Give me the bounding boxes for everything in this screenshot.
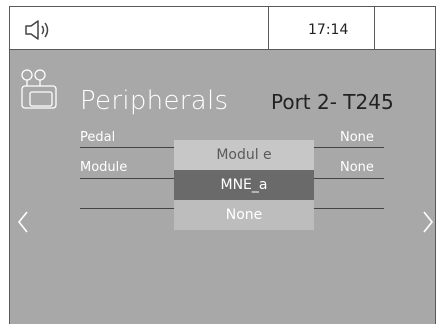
chevron-right-icon[interactable] [421, 210, 435, 234]
picker-option[interactable]: Modul e [174, 140, 314, 170]
divider-line [314, 208, 384, 209]
divider-line [80, 147, 174, 148]
chevron-left-icon[interactable] [16, 210, 30, 234]
speaker-icon[interactable] [24, 19, 54, 41]
pedal-label: Pedal [80, 130, 116, 145]
divider-line [314, 147, 384, 148]
peripherals-icon [21, 69, 57, 109]
divider-line [80, 208, 174, 209]
divider-line [80, 178, 174, 179]
device-screen: 17:14 Peripherals Port 2- T245 Pedal Non… [9, 6, 436, 324]
port-label: Port 2- T245 [271, 90, 394, 114]
peripherals-panel: Peripherals Port 2- T245 Pedal None Modu… [10, 50, 435, 324]
module-label: Module [80, 160, 128, 175]
picker-option[interactable]: None [174, 200, 314, 230]
page-title: Peripherals [80, 86, 229, 116]
clock-time: 17:14 [308, 22, 349, 38]
picker-option-selected[interactable]: MNE_a [174, 170, 314, 200]
divider-line [314, 178, 384, 179]
status-bar: 17:14 [10, 7, 435, 50]
status-separator [268, 7, 269, 50]
module-value: None [340, 160, 374, 175]
status-separator [374, 7, 375, 50]
pedal-value: None [340, 130, 374, 145]
